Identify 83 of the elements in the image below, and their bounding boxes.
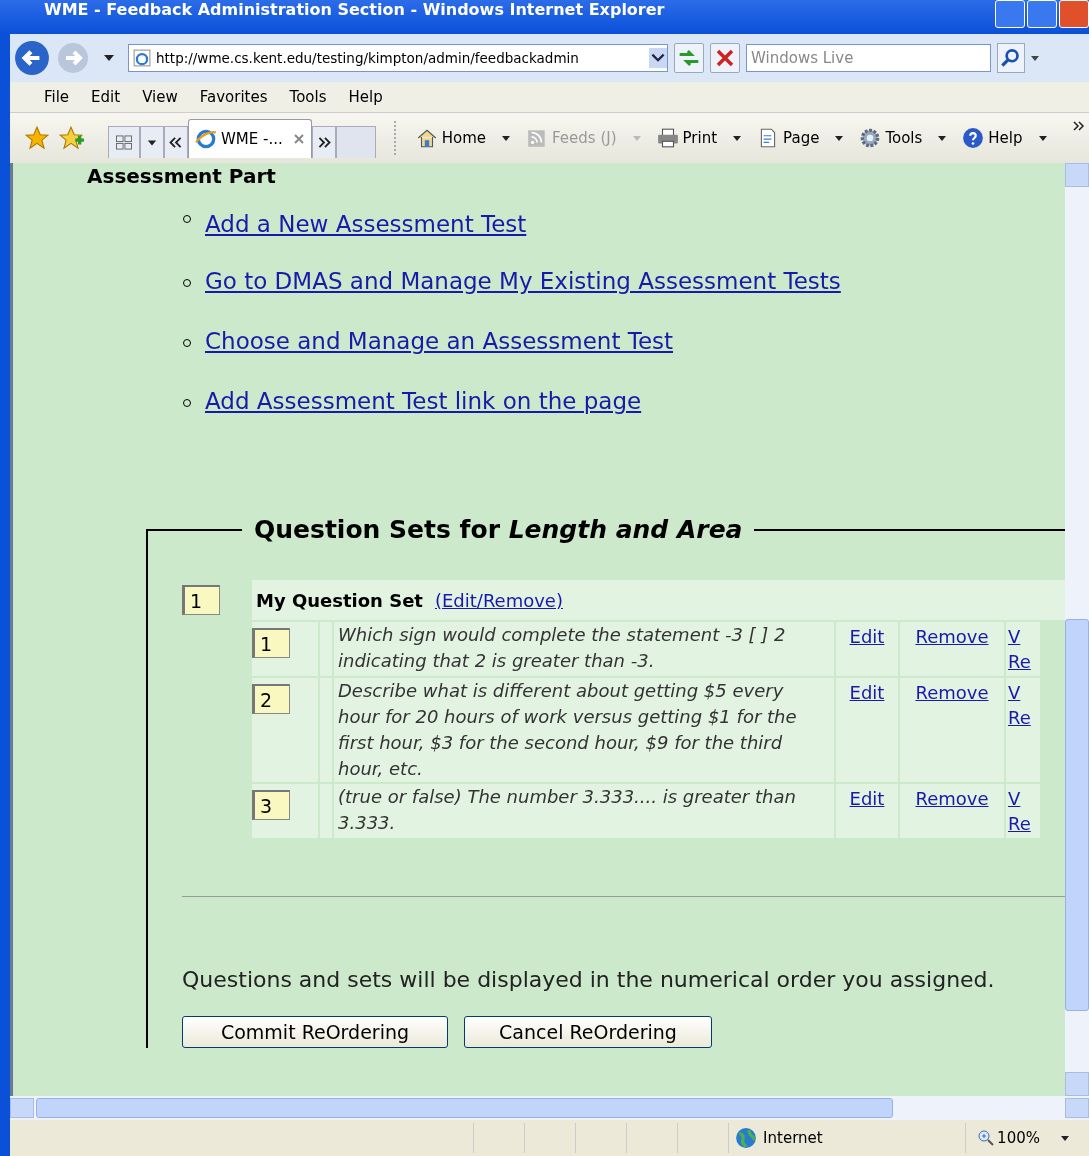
printer-icon <box>656 127 679 149</box>
minimize-button[interactable] <box>995 0 1025 28</box>
menu-item[interactable]: View <box>142 88 178 106</box>
zoom-icon <box>978 1130 995 1146</box>
search-field[interactable]: Windows Live <box>746 44 991 72</box>
toolbar-button[interactable]: Help <box>962 127 1047 149</box>
horizontal-scrollbar[interactable] <box>10 1096 1089 1120</box>
dropdown-icon[interactable] <box>104 55 114 61</box>
page-link[interactable]: Add Assessment Test link on the page <box>205 388 642 414</box>
set-name: My Question Set <box>256 589 423 611</box>
vertical-scrollbar[interactable] <box>1065 163 1089 1096</box>
scrollbar-thumb[interactable] <box>36 1098 893 1118</box>
close-button[interactable] <box>1059 0 1089 28</box>
section-heading: Assessment Part <box>87 163 277 189</box>
search-icon[interactable] <box>997 43 1025 73</box>
remove-link[interactable]: Remove <box>915 626 989 647</box>
menu-item[interactable]: File <box>44 88 70 106</box>
refresh-icon[interactable] <box>674 43 704 73</box>
scroll-right-icon[interactable] <box>311 126 336 158</box>
order-field[interactable]: 1 <box>252 628 290 658</box>
maximize-button[interactable] <box>1027 0 1057 28</box>
edit-remove-link[interactable]: (Edit/Remove) <box>434 589 563 611</box>
menu-item[interactable]: Edit <box>91 88 121 106</box>
page-link[interactable]: Add a New Assessment Test <box>205 211 527 237</box>
dropdown-icon <box>938 135 947 141</box>
scrollbar-thumb[interactable] <box>1065 618 1089 1011</box>
toolbar-button[interactable]: Home <box>415 127 511 149</box>
info-text: Questions and sets will be displayed in the numerical order you assigned. <box>182 967 996 992</box>
browser-icon <box>195 128 217 150</box>
quick-tabs-icon[interactable] <box>108 126 140 158</box>
page-icon <box>133 49 151 67</box>
table-link[interactable]: Re <box>1008 651 1031 672</box>
globe-icon <box>735 1127 758 1149</box>
edit-link[interactable]: Edit <box>849 626 885 647</box>
table-link[interactable]: V <box>1008 626 1021 647</box>
order-field[interactable]: 3 <box>252 790 290 820</box>
order-field[interactable]: 2 <box>252 684 290 714</box>
form-button[interactable]: Cancel ReOrdering <box>464 1016 712 1048</box>
chevron-icon[interactable] <box>1073 121 1085 131</box>
house-icon <box>415 127 438 149</box>
dropdown-icon <box>502 135 511 141</box>
stop-icon[interactable] <box>710 43 740 73</box>
remove-link[interactable]: Remove <box>915 788 989 809</box>
menu-item[interactable]: Favorites <box>199 88 268 106</box>
toolbar-button[interactable]: Tools <box>859 127 947 149</box>
settings-icon <box>859 127 882 149</box>
dropdown-icon[interactable] <box>649 47 667 69</box>
dropdown-icon <box>632 135 641 141</box>
order-field[interactable]: 1 <box>182 585 220 615</box>
scroll-left-icon[interactable] <box>164 126 188 158</box>
edit-link[interactable]: Edit <box>849 788 885 809</box>
window-title: WME - Feedback Administration Section - Windows Internet Explorer <box>44 3 665 17</box>
add-favorite-icon[interactable] <box>58 125 84 151</box>
address-field[interactable]: http://wme.cs.kent.edu/testing/kimpton/admin/feedbackadmin <box>128 44 668 72</box>
dropdown-icon[interactable] <box>1031 55 1039 61</box>
toolbar-button[interactable]: Print <box>656 127 742 149</box>
edit-link[interactable]: Edit <box>849 682 885 703</box>
browser-tab[interactable]: WME -... <box>188 119 312 158</box>
question-text: (true or false) The number 3.333.... is greater than 3.333. <box>334 784 834 838</box>
toolbar-button[interactable]: Page <box>757 127 844 149</box>
dropdown-icon <box>1038 135 1047 141</box>
page-link[interactable]: Go to DMAS and Manage My Existing Assessment Tests <box>205 268 841 294</box>
zone-label: Internet <box>763 1129 823 1147</box>
page-link[interactable]: Choose and Manage an Assessment Test <box>205 328 674 354</box>
section-legend: Question Sets for Length and Area <box>242 515 755 544</box>
close-icon[interactable] <box>292 133 305 145</box>
help-icon <box>962 127 985 149</box>
back-button[interactable] <box>14 40 50 76</box>
form-button[interactable]: Commit ReOrdering <box>182 1016 448 1048</box>
table-link[interactable]: V <box>1008 682 1021 703</box>
star-icon[interactable] <box>24 125 50 151</box>
table-link[interactable]: Re <box>1008 813 1031 834</box>
question-text: Which sign would complete the statement -3 [ ] 2 indicating that 2 is greater than -3. <box>334 622 834 676</box>
remove-link[interactable]: Remove <box>915 682 989 703</box>
dropdown-icon <box>733 135 742 141</box>
table-link[interactable]: Re <box>1008 707 1031 728</box>
dropdown-icon <box>1061 1135 1069 1141</box>
dropdown-icon <box>835 135 844 141</box>
question-text: Describe what is different about getting $5 every hour for 20 hours of work versus getting $1 for the first hour, $3 for the second hour, $9 for the third hour, etc. <box>334 678 834 782</box>
menu-item[interactable]: Tools <box>289 88 327 106</box>
table-link[interactable]: V <box>1008 788 1021 809</box>
zoom-control[interactable]: 100% <box>966 1129 1089 1147</box>
menu-item[interactable]: Help <box>348 88 383 106</box>
